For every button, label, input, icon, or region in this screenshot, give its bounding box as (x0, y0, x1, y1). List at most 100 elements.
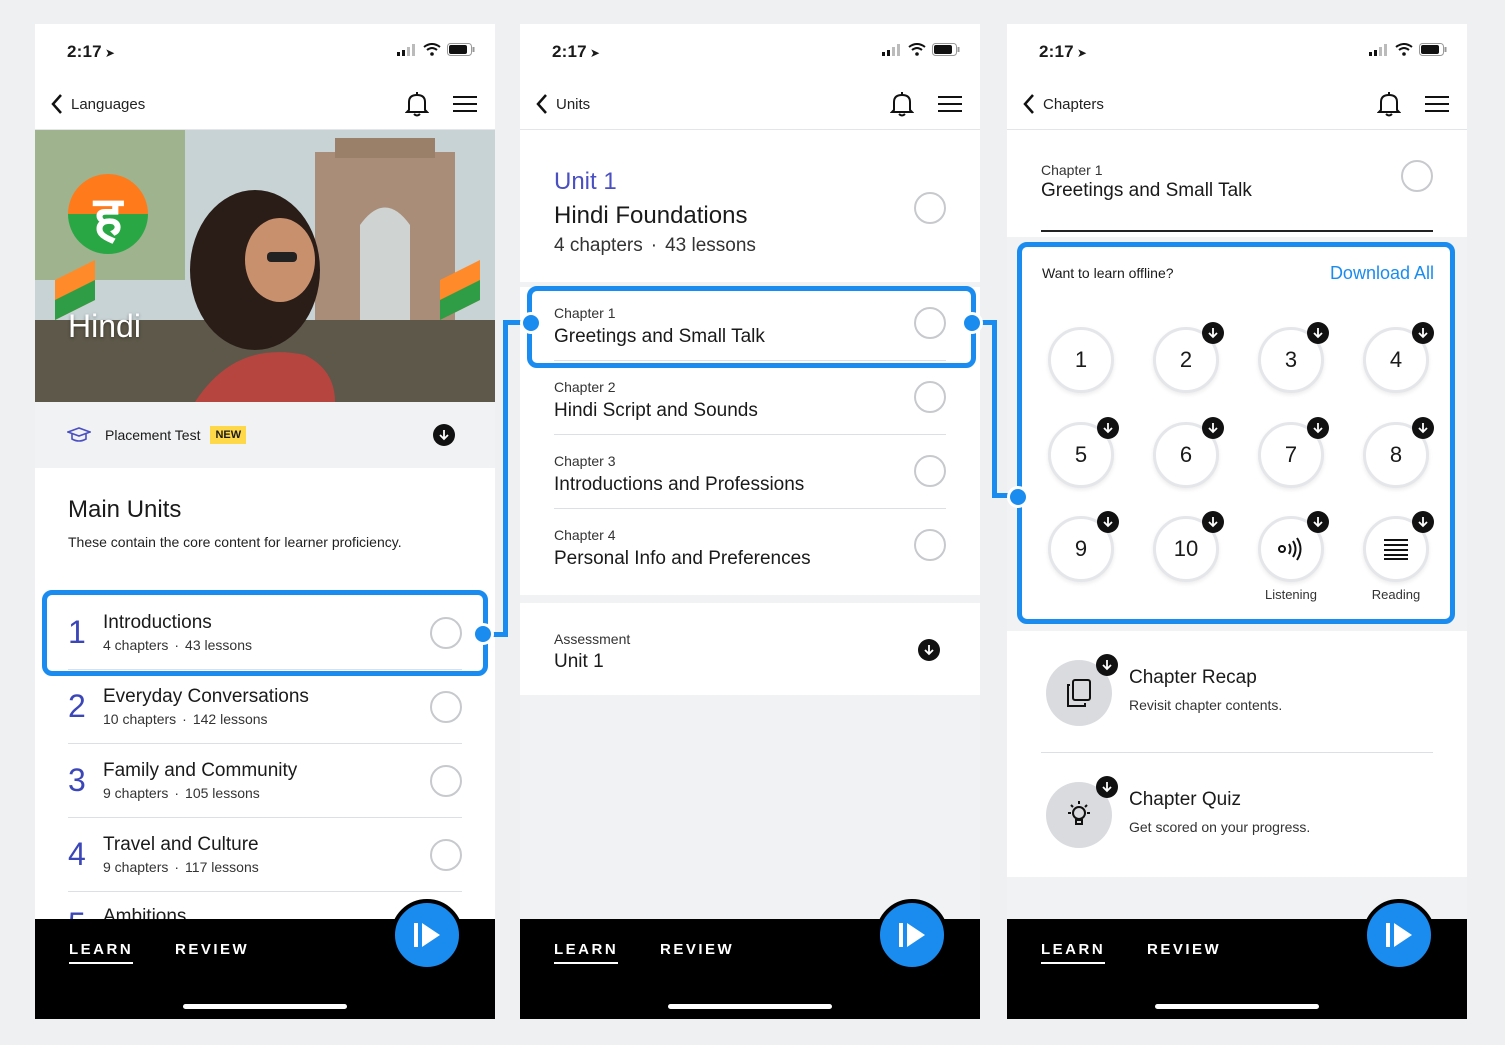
status-bar: 2:17 ➤ (1007, 24, 1467, 79)
play-button[interactable] (876, 899, 948, 971)
unit-row-4[interactable]: 4 Travel and Culture 9 chapters · 117 less… (68, 818, 462, 892)
unit-row-1[interactable]: 1 Introductions 4 chapters · 43 lessons (68, 596, 462, 670)
progress-ring (914, 381, 946, 413)
back-label: Languages (71, 95, 146, 113)
graduation-cap-icon (67, 427, 91, 442)
lesson-number: 10 (1173, 536, 1199, 561)
chapter-quiz-row[interactable]: Chapter Quiz Get scored on your progress… (1041, 753, 1433, 875)
bell-icon[interactable] (1377, 91, 1401, 117)
chapter-recap-row[interactable]: Chapter Recap Revisit chapter contents. (1041, 631, 1433, 753)
progress-ring (430, 616, 462, 649)
reading-lesson[interactable] (1363, 511, 1434, 582)
bell-icon[interactable] (890, 91, 914, 117)
download-icon[interactable] (433, 424, 455, 446)
lesson-9[interactable]: 9 (1048, 511, 1119, 582)
download-icon[interactable] (1307, 322, 1329, 344)
download-icon[interactable] (1202, 322, 1224, 344)
download-icon[interactable] (1096, 776, 1118, 798)
bell-icon[interactable] (405, 91, 429, 117)
download-icon[interactable] (1412, 417, 1434, 439)
status-icons (882, 43, 960, 56)
chapter-row-1[interactable]: Chapter 1 Greetings and Small Talk (554, 287, 946, 361)
chapter-name: Introductions and Professions (554, 474, 805, 495)
lesson-10[interactable]: 10 (1153, 511, 1224, 582)
download-icon[interactable] (1097, 417, 1119, 439)
chapter-row-2[interactable]: Chapter 2 Hindi Script and Sounds (554, 361, 946, 435)
lesson-4[interactable]: 4 (1363, 322, 1434, 393)
progress-ring (914, 529, 946, 561)
separator-dot: · (174, 637, 180, 653)
download-icon[interactable] (1412, 322, 1434, 344)
battery-icon (932, 43, 960, 56)
tab-learn[interactable]: LEARN (554, 941, 619, 964)
menu-icon[interactable] (938, 95, 962, 113)
unit-header: Unit 1 Hindi Foundations 4 chapters · 43 l… (520, 130, 980, 282)
chapter-name: Greetings and Small Talk (554, 326, 765, 347)
new-badge: NEW (210, 426, 247, 444)
download-icon[interactable] (1307, 511, 1329, 533)
lesson-8[interactable]: 8 (1363, 417, 1434, 488)
connector-dot (472, 623, 494, 645)
assessment-name: Unit 1 (554, 651, 604, 672)
hindi-logo: ह (68, 174, 148, 254)
tab-learn[interactable]: LEARN (69, 941, 134, 964)
tab-learn[interactable]: LEARN (1041, 941, 1106, 964)
status-icons (397, 43, 475, 56)
menu-icon[interactable] (1425, 95, 1449, 113)
download-icon[interactable] (1202, 417, 1224, 439)
play-icon (899, 923, 925, 947)
tab-review[interactable]: REVIEW (175, 941, 249, 962)
hero-photo (35, 130, 495, 402)
play-button[interactable] (391, 899, 463, 971)
unit-row-3[interactable]: 3 Family and Community 9 chapters · 105 le… (68, 744, 462, 818)
lightbulb-icon (1068, 801, 1090, 825)
menu-icon[interactable] (453, 95, 477, 113)
offline-prompt: Want to learn offline? (1042, 265, 1174, 281)
location-icon: ➤ (589, 46, 601, 60)
progress-ring (1401, 160, 1433, 192)
download-icon[interactable] (1307, 417, 1329, 439)
separator-dot: · (174, 785, 180, 801)
tab-review[interactable]: REVIEW (1147, 941, 1221, 962)
quiz-badge (1046, 776, 1118, 848)
lesson-6[interactable]: 6 (1153, 417, 1224, 488)
lesson-5[interactable]: 5 (1048, 417, 1119, 488)
back-button[interactable]: Languages (51, 93, 145, 115)
unit-lessons: 142 lessons (192, 711, 268, 727)
connector-dot (1007, 486, 1029, 508)
back-button[interactable]: Units (536, 93, 590, 115)
status-bar: 2:17 ➤ (520, 24, 980, 79)
tab-review[interactable]: REVIEW (660, 941, 734, 962)
download-icon[interactable] (918, 639, 940, 661)
play-button[interactable] (1363, 899, 1435, 971)
chapter-label: Chapter 1 (1041, 162, 1103, 178)
chevron-left-icon (1023, 94, 1034, 114)
chapter-row-4[interactable]: Chapter 4 Personal Info and Preferences (554, 509, 946, 583)
wifi-icon (1395, 43, 1413, 56)
battery-icon (447, 43, 475, 56)
chapter-name: Personal Info and Preferences (554, 548, 811, 569)
listening-lesson[interactable] (1258, 511, 1329, 582)
download-icon[interactable] (1412, 511, 1434, 533)
lesson-3[interactable]: 3 (1258, 322, 1329, 393)
unit-row-2[interactable]: 2 Everyday Conversations 10 chapters · 142… (68, 670, 462, 744)
download-icon[interactable] (1097, 511, 1119, 533)
lesson-7[interactable]: 7 (1258, 417, 1329, 488)
back-label: Chapters (1043, 95, 1104, 113)
status-icons (1369, 43, 1447, 56)
download-all-button[interactable]: Download All (1330, 263, 1434, 284)
quiz-title: Chapter Quiz (1129, 789, 1241, 810)
connector-dot (520, 312, 542, 334)
lesson-number: 1 (1074, 347, 1088, 372)
back-button[interactable]: Chapters (1023, 93, 1104, 115)
lesson-2[interactable]: 2 (1153, 322, 1224, 393)
play-icon (414, 923, 440, 947)
placement-test-row[interactable]: Placement Test NEW (35, 402, 495, 468)
lesson-1[interactable]: 1 (1048, 327, 1114, 393)
chapter-row-3[interactable]: Chapter 3 Introductions and Professions (554, 435, 946, 509)
unit-number: 3 (68, 762, 86, 798)
download-icon[interactable] (1096, 654, 1118, 676)
main-units-title: Main Units (68, 496, 182, 523)
assessment-row[interactable]: Assessment Unit 1 (520, 603, 980, 695)
download-icon[interactable] (1202, 511, 1224, 533)
